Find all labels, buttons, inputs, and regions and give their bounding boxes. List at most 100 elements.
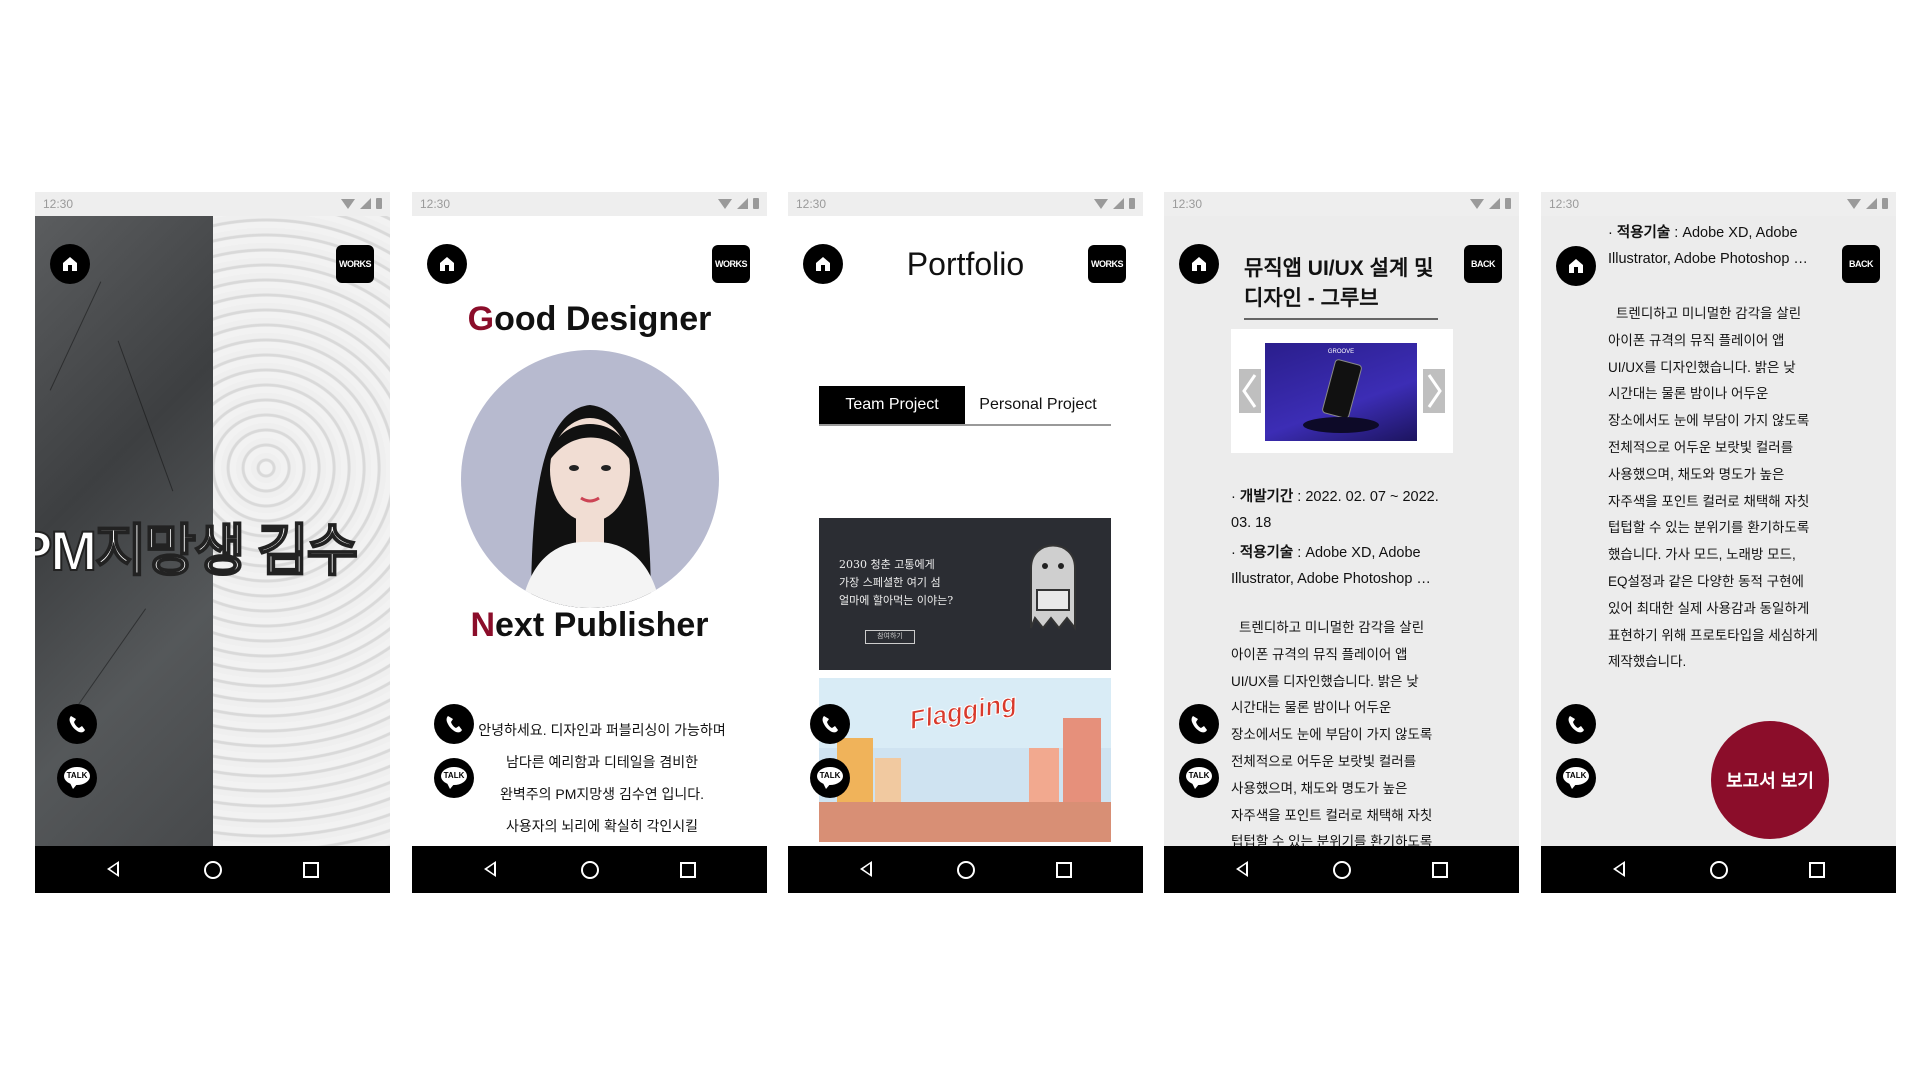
works-button[interactable]: WORKS [712, 245, 750, 283]
thumbnail-header-bar [819, 506, 1111, 518]
back-nav-icon[interactable] [484, 861, 496, 877]
crowd [819, 802, 1111, 842]
heading-next-publisher: Next Publisher [412, 606, 767, 645]
profile-photo [461, 350, 719, 608]
thumbnail-line: 가장 스페셜한 여기 섬 [839, 576, 941, 589]
back-nav-icon[interactable] [1613, 861, 1625, 877]
description-line: 전체적으로 어두운 보랏빛 컬러를 [1231, 753, 1417, 769]
home-nav-icon[interactable] [1710, 861, 1728, 879]
project-title: 뮤직앱 UI/UX 설계 및 디자인 - 그루브 [1244, 254, 1438, 320]
works-button[interactable]: WORKS [336, 245, 374, 283]
back-button[interactable]: BACK [1464, 245, 1502, 283]
intro-line: 사용자의 뇌리에 확실히 각인시킬 [506, 818, 698, 834]
android-nav-bar [1541, 846, 1896, 893]
home-nav-icon[interactable] [1333, 861, 1351, 879]
call-button[interactable] [434, 704, 474, 744]
call-button[interactable] [810, 704, 850, 744]
description-line: 시간대는 물론 밤이나 어두운 [1231, 700, 1392, 716]
recent-nav-icon[interactable] [1432, 862, 1448, 878]
project-description: 트렌디하고 미니멀한 감각을 살린 아이폰 규격의 뮤직 플레이어 앱 UI/U… [1231, 615, 1471, 846]
heading-rest: ext Publisher [495, 606, 709, 644]
status-time: 12:30 [420, 197, 451, 211]
project-description: 트렌디하고 미니멀한 감각을 살린 아이폰 규격의 뮤직 플레이어 앱 UI/U… [1608, 301, 1848, 676]
screen-content: Portfolio WORKS Team Project Personal Pr… [788, 216, 1143, 846]
status-time: 12:30 [1549, 197, 1580, 211]
phone-screen-intro: 12:30 PM지망생 김수 WORKS TALK [35, 192, 390, 893]
project-info: · 적용기술 : Adobe XD, Adobe Illustrator, Ad… [1608, 220, 1830, 272]
view-report-button[interactable]: 보고서 보기 [1711, 721, 1829, 839]
carousel-prev-button[interactable] [1239, 369, 1261, 413]
talk-button[interactable]: TALK [434, 758, 474, 798]
intro-line: 안녕하세요. 디자인과 퍼블리싱이 가능하며 [478, 722, 726, 738]
talk-button[interactable]: TALK [1556, 758, 1596, 798]
status-bar: 12:30 [412, 192, 767, 216]
info-label: 개발기간 [1239, 489, 1294, 505]
battery-icon [1129, 198, 1135, 209]
tab-personal-project[interactable]: Personal Project [965, 386, 1111, 424]
description-line: 자주색을 포인트 컬러로 채택해 자칫 [1231, 807, 1433, 823]
battery-icon [753, 198, 759, 209]
status-bar: 12:30 [1164, 192, 1519, 216]
back-nav-icon[interactable] [1236, 861, 1248, 877]
android-nav-bar [1164, 846, 1519, 893]
phone-mockup [1321, 358, 1363, 420]
recent-nav-icon[interactable] [680, 862, 696, 878]
home-icon [1192, 257, 1206, 271]
status-bar: 12:30 [35, 192, 390, 216]
project-thumbnail[interactable]: Flagging [819, 678, 1111, 842]
phone-screen-project-detail: 12:30 뮤직앱 UI/UX 설계 및 디자인 - 그루브 BACK GROO… [1164, 192, 1519, 893]
heading-good-designer: Good Designer [412, 300, 767, 339]
signal-icon [360, 198, 371, 209]
description-line: 트렌디하고 미니멀한 감각을 살린 [1239, 620, 1425, 635]
wifi-icon [1470, 198, 1484, 209]
project-thumbnail[interactable]: 2030 청춘 고통에게 가장 스페셜한 여기 섬 얼마에 할아먹는 이야는? … [819, 506, 1111, 670]
status-bar: 12:30 [1541, 192, 1896, 216]
description-line: 있어 최대한 실제 사용감과 동일하게 [1608, 600, 1810, 616]
screen-content: 뮤직앱 UI/UX 설계 및 디자인 - 그루브 BACK GROOVE · 개… [1164, 216, 1519, 846]
home-nav-icon[interactable] [957, 861, 975, 879]
home-nav-icon[interactable] [581, 861, 599, 879]
call-button[interactable] [1179, 704, 1219, 744]
call-button[interactable] [1556, 704, 1596, 744]
status-time: 12:30 [796, 197, 827, 211]
project-info: · 개발기간 : 2022. 02. 07 ~ 2022. 03. 18 · 적… [1231, 484, 1451, 592]
status-bar: 12:30 [788, 192, 1143, 216]
tab-team-project[interactable]: Team Project [819, 386, 965, 424]
carousel-next-button[interactable] [1423, 369, 1445, 413]
signal-icon [1113, 198, 1124, 209]
back-button[interactable]: BACK [1842, 245, 1880, 283]
home-nav-icon[interactable] [204, 861, 222, 879]
works-button[interactable]: WORKS [1088, 245, 1126, 283]
description-line: 아이폰 규격의 뮤직 플레이어 앱 [1608, 332, 1785, 348]
description-line: 장소에서도 눈에 부담이 가지 않도록 [1608, 413, 1810, 429]
recent-nav-icon[interactable] [303, 862, 319, 878]
wifi-icon [341, 198, 355, 209]
talk-icon: TALK [1563, 767, 1589, 789]
phone-icon [446, 716, 462, 733]
talk-button[interactable]: TALK [1179, 758, 1219, 798]
info-period: · 개발기간 : 2022. 02. 07 ~ 2022. 03. 18 [1231, 489, 1439, 531]
back-nav-icon[interactable] [107, 861, 119, 877]
phone-screen-portfolio: 12:30 Portfolio WORKS Team Project Perso… [788, 192, 1143, 893]
wifi-icon [1094, 198, 1108, 209]
back-nav-icon[interactable] [860, 861, 872, 877]
call-button[interactable] [57, 704, 97, 744]
project-image: GROOVE [1265, 343, 1417, 441]
description-line: 아이폰 규격의 뮤직 플레이어 앱 [1231, 646, 1408, 662]
home-button[interactable] [427, 244, 467, 284]
home-button[interactable] [1556, 246, 1596, 286]
description-line: 텁텁할 수 있는 분위기를 환기하도록 [1608, 520, 1810, 536]
home-button[interactable] [1179, 244, 1219, 284]
heading-initial: G [467, 300, 495, 338]
battery-icon [376, 198, 382, 209]
description-line: 사용했으며, 채도와 명도가 높은 [1608, 466, 1785, 482]
description-line: 시간대는 물론 밤이나 어두운 [1608, 386, 1769, 402]
description-line: 자주색을 포인트 컬러로 채택해 자칫 [1608, 493, 1810, 509]
wifi-icon [1847, 198, 1861, 209]
recent-nav-icon[interactable] [1809, 862, 1825, 878]
battery-icon [1882, 198, 1888, 209]
talk-button[interactable]: TALK [57, 758, 97, 798]
recent-nav-icon[interactable] [1056, 862, 1072, 878]
talk-button[interactable]: TALK [810, 758, 850, 798]
home-button[interactable] [50, 244, 90, 284]
